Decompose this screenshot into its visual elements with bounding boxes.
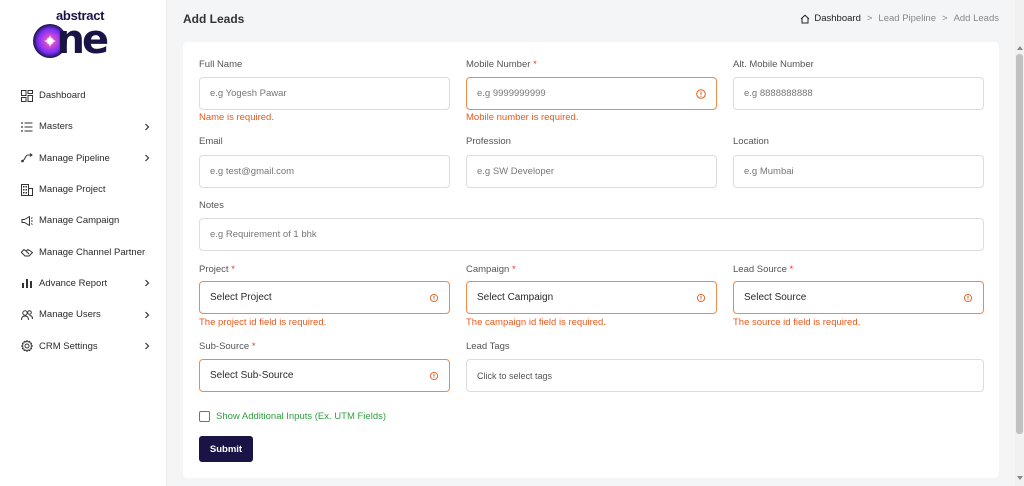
sidebar-nav: Dashboard Masters Manage Pipeline Manage… — [0, 80, 167, 362]
error-icon — [963, 293, 973, 303]
notes-input[interactable]: e.g Requirement of 1 bhk — [199, 218, 984, 251]
lead-tags-input[interactable]: Click to select tags — [466, 359, 984, 392]
project-error: The project id field is required. — [199, 317, 327, 328]
breadcrumb-home[interactable]: Dashboard — [800, 13, 861, 24]
error-icon — [696, 88, 706, 99]
breadcrumb-separator: > — [942, 13, 948, 24]
mobile-number-input[interactable]: e.g 9999999999 — [466, 77, 717, 110]
sub-source-select-value: Select Sub-Source — [210, 370, 294, 381]
additional-inputs-checkbox[interactable] — [199, 411, 210, 422]
lead-source-label: Lead Source * — [733, 264, 794, 275]
sidebar-item-label: CRM Settings — [39, 340, 98, 352]
breadcrumb-item-add-leads: Add Leads — [953, 13, 999, 24]
dashboard-icon — [20, 89, 33, 102]
lead-source-select[interactable]: Select Source — [733, 281, 984, 314]
location-label: Location — [733, 136, 769, 147]
chevron-right-icon — [143, 154, 151, 162]
partner-icon — [20, 246, 33, 259]
chevron-right-icon — [143, 342, 151, 350]
sub-source-select[interactable]: Select Sub-Source — [199, 359, 450, 392]
mobile-number-label: Mobile Number * — [466, 59, 537, 70]
sidebar-item-label: Manage Channel Partner — [39, 246, 146, 258]
scroll-down-arrow-icon[interactable] — [1017, 476, 1023, 480]
breadcrumb: Dashboard > Lead Pipeline > Add Leads — [800, 13, 999, 24]
email-input[interactable]: e.g test@gmail.com — [199, 155, 450, 188]
sidebar-item-label: Masters — [39, 121, 73, 133]
sidebar-item-label: Manage Users — [39, 309, 101, 321]
mobile-number-error: Mobile number is required. — [466, 112, 579, 123]
pipeline-icon — [20, 152, 33, 165]
full-name-input[interactable]: e.g Yogesh Pawar — [199, 77, 450, 110]
sidebar-item-manage-users[interactable]: Manage Users — [0, 299, 167, 330]
page-title: Add Leads — [183, 12, 245, 26]
sidebar-item-masters[interactable]: Masters — [0, 111, 167, 142]
submit-button[interactable]: Submit — [199, 436, 253, 462]
sidebar-item-advance-report[interactable]: Advance Report — [0, 268, 167, 299]
sidebar-item-dashboard[interactable]: Dashboard — [0, 80, 167, 111]
sidebar-item-manage-pipeline[interactable]: Manage Pipeline — [0, 143, 167, 174]
lead-source-error: The source id field is required. — [733, 317, 861, 328]
page-scrollbar[interactable] — [1015, 0, 1024, 486]
list-icon — [20, 120, 33, 133]
sidebar-item-label: Manage Campaign — [39, 215, 120, 227]
sidebar-item-label: Manage Project — [39, 184, 106, 196]
breadcrumb-separator: > — [866, 13, 873, 24]
full-name-label: Full Name — [199, 59, 243, 70]
breadcrumb-item-lead-pipeline[interactable]: Lead Pipeline — [878, 13, 936, 24]
lead-source-select-value: Select Source — [744, 292, 807, 303]
sidebar-item-label: Manage Pipeline — [39, 152, 110, 164]
sidebar-item-manage-campaign[interactable]: Manage Campaign — [0, 205, 167, 236]
notes-placeholder: e.g Requirement of 1 bhk — [210, 229, 317, 240]
additional-inputs-label: Show Additional Inputs (Ex. UTM Fields) — [216, 411, 387, 422]
alt-mobile-placeholder: e.g 8888888888 — [744, 88, 813, 99]
scroll-up-arrow-icon[interactable] — [1017, 46, 1023, 50]
brand-logo-bottom: one — [56, 17, 109, 63]
profession-input[interactable]: e.g SW Developer — [466, 155, 717, 188]
profession-label: Profession — [466, 136, 511, 147]
megaphone-icon — [20, 214, 33, 227]
chevron-right-icon — [143, 279, 151, 287]
alt-mobile-input[interactable]: e.g 8888888888 — [733, 77, 984, 110]
full-name-error: Name is required. — [199, 112, 274, 123]
bar-chart-icon — [20, 277, 33, 290]
sub-source-label: Sub-Source * — [199, 341, 256, 352]
sidebar-item-label: Dashboard — [39, 90, 86, 102]
home-icon — [801, 14, 810, 23]
campaign-select[interactable]: Select Campaign — [466, 281, 717, 314]
gear-icon — [20, 340, 33, 353]
location-placeholder: e.g Mumbai — [744, 166, 794, 177]
campaign-label: Campaign * — [466, 264, 516, 275]
sidebar-item-crm-settings[interactable]: CRM Settings — [0, 330, 167, 361]
error-icon — [429, 293, 439, 303]
error-icon — [696, 293, 706, 303]
brand-logo[interactable]: abstract one — [30, 8, 140, 63]
profession-placeholder: e.g SW Developer — [477, 166, 555, 177]
location-input[interactable]: e.g Mumbai — [733, 155, 984, 188]
chevron-right-icon — [143, 123, 151, 131]
project-label: Project * — [199, 264, 235, 275]
building-icon — [20, 183, 33, 196]
sidebar-item-label: Advance Report — [39, 277, 108, 289]
sidebar-item-manage-project[interactable]: Manage Project — [0, 174, 167, 205]
email-label: Email — [199, 136, 223, 147]
project-select[interactable]: Select Project — [199, 281, 450, 314]
notes-label: Notes — [199, 200, 224, 211]
lead-tags-placeholder: Click to select tags — [477, 370, 553, 381]
mobile-number-placeholder: e.g 9999999999 — [477, 88, 546, 99]
scroll-thumb[interactable] — [1016, 54, 1023, 434]
full-name-placeholder: e.g Yogesh Pawar — [210, 88, 287, 99]
email-placeholder: e.g test@gmail.com — [210, 166, 295, 177]
breadcrumb-item-dashboard[interactable]: Dashboard — [814, 13, 860, 24]
sidebar: abstract one Dashboard Masters Manage Pi… — [0, 0, 167, 486]
alt-mobile-label: Alt. Mobile Number — [733, 59, 814, 70]
sidebar-item-manage-channel-partner[interactable]: Manage Channel Partner — [0, 236, 167, 267]
chevron-right-icon — [143, 311, 151, 319]
campaign-select-value: Select Campaign — [477, 292, 554, 303]
users-icon — [20, 308, 33, 321]
additional-inputs-toggle[interactable]: Show Additional Inputs (Ex. UTM Fields) — [199, 411, 386, 422]
lead-tags-label: Lead Tags — [466, 341, 510, 352]
project-select-value: Select Project — [210, 292, 272, 303]
error-icon — [429, 371, 439, 381]
campaign-error: The campaign id field is required. — [466, 317, 606, 328]
